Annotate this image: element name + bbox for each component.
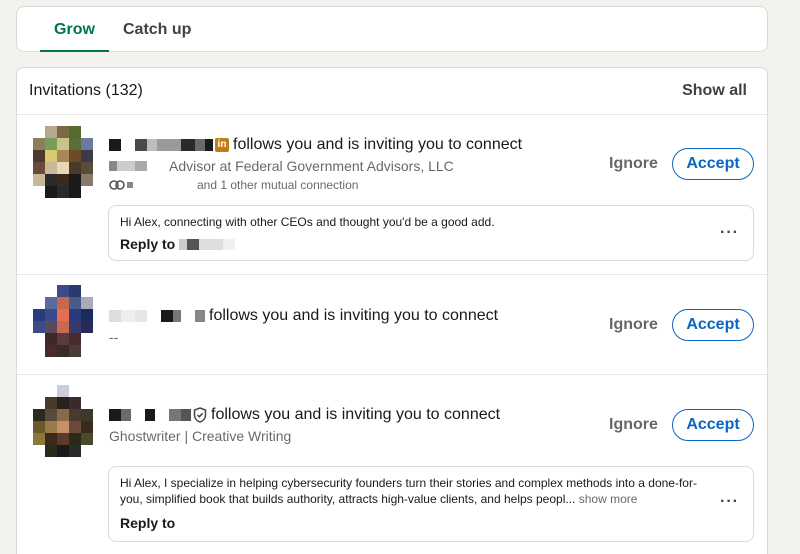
name-line: follows you and is inviting you to conne… [109, 406, 500, 424]
reply-to-link[interactable]: Reply to [120, 236, 236, 252]
linkedin-premium-badge-icon: in [215, 138, 229, 152]
invitation-item: follows you and is inviting you to conne… [17, 375, 767, 554]
message-text: Hi Alex, connecting with other CEOs and … [120, 215, 495, 229]
show-more-link[interactable]: show more [579, 492, 638, 506]
headline: Ghostwriter | Creative Writing [109, 428, 292, 444]
reply-to-label: Reply to [120, 236, 176, 252]
accept-button[interactable]: Accept [672, 309, 754, 341]
invitation-item: follows you and is inviting you to conne… [17, 275, 767, 375]
ignore-button[interactable]: Ignore [609, 148, 661, 180]
headline: Advisor at Federal Government Advisors, … [169, 158, 454, 174]
reply-to-label: Reply to [120, 515, 176, 531]
accept-button[interactable]: Accept [672, 409, 754, 441]
show-all-button[interactable]: Show all [682, 82, 747, 100]
invitations-header: Invitations (132) Show all [17, 68, 767, 115]
tab-catch-up[interactable]: Catch up [123, 7, 191, 52]
headline-line: Advisor at Federal Government Advisors, … [109, 158, 454, 174]
mutual-line[interactable]: and 1 other mutual connection [109, 178, 358, 192]
ignore-button[interactable]: Ignore [609, 409, 661, 441]
avatar[interactable] [33, 385, 105, 457]
mutual-connections-icon [109, 180, 125, 190]
tabs-card: Grow Catch up [16, 6, 768, 52]
more-options-icon[interactable]: ··· [720, 225, 739, 241]
avatar[interactable] [33, 285, 105, 357]
invitation-text: follows you and is inviting you to conne… [233, 136, 523, 153]
avatar[interactable] [33, 126, 105, 198]
accept-button[interactable]: Accept [672, 148, 754, 180]
name-line: in follows you and is inviting you to co… [109, 136, 522, 154]
name-link[interactable] [109, 139, 213, 151]
invitation-text: follows you and is inviting you to conne… [209, 307, 499, 324]
name-line: follows you and is inviting you to conne… [109, 307, 498, 325]
invitations-card: Invitations (132) Show all in follows yo… [16, 67, 768, 554]
name-link[interactable] [109, 409, 191, 421]
invitations-title: Invitations (132) [29, 82, 143, 99]
headline: -- [109, 329, 119, 345]
reply-to-link[interactable]: Reply to [120, 515, 175, 531]
invitation-text: follows you and is inviting you to conne… [211, 406, 501, 423]
message-box: Hi Alex, I specialize in helping cyberse… [108, 466, 754, 542]
message-box: Hi Alex, connecting with other CEOs and … [108, 205, 754, 261]
mutual-connection-text: and 1 other mutual connection [197, 178, 359, 192]
verified-shield-icon [193, 407, 207, 423]
invitation-item: in follows you and is inviting you to co… [17, 116, 767, 275]
name-link[interactable] [109, 310, 205, 322]
more-options-icon[interactable]: ··· [720, 494, 739, 510]
message-text: Hi Alex, I specialize in helping cyberse… [120, 475, 700, 507]
ignore-button[interactable]: Ignore [609, 309, 661, 341]
tab-grow[interactable]: Grow [40, 7, 109, 52]
